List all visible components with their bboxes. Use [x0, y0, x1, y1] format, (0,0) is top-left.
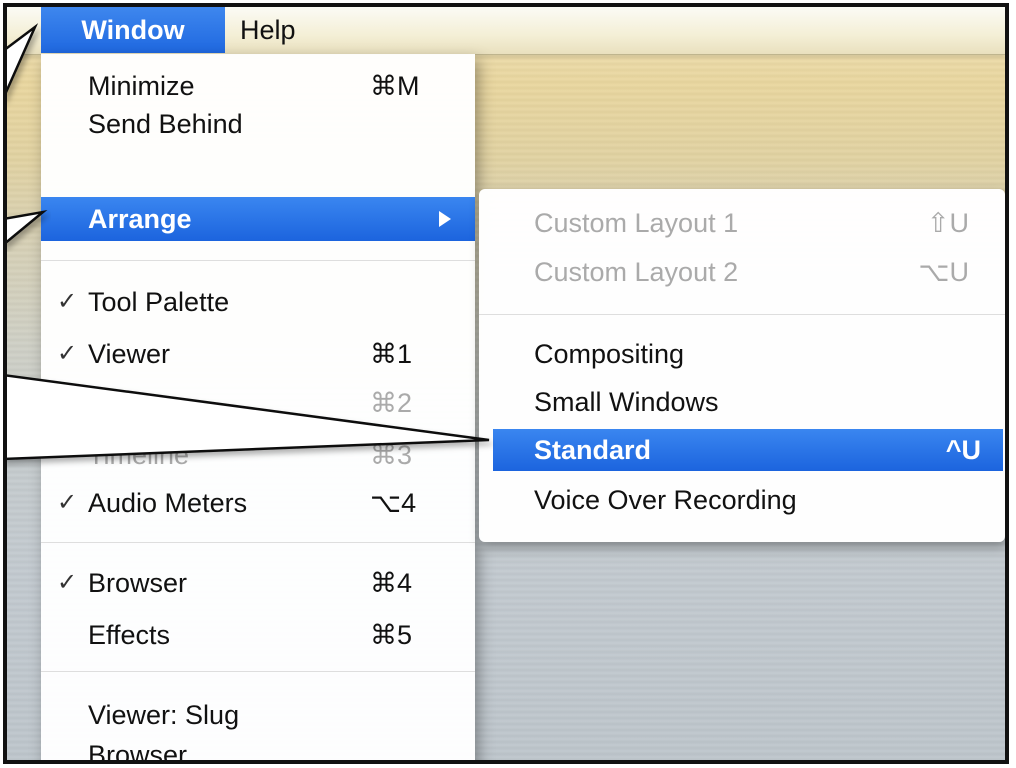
- callout-pointer-arrange: [7, 209, 48, 244]
- callout-annotations: [7, 23, 490, 461]
- callout-pointer-standard: [7, 374, 490, 461]
- screenshot-frame: Window Help Minimize ⌘M Send Behind Arra…: [3, 3, 1009, 764]
- callout-pointer-window: [7, 23, 39, 94]
